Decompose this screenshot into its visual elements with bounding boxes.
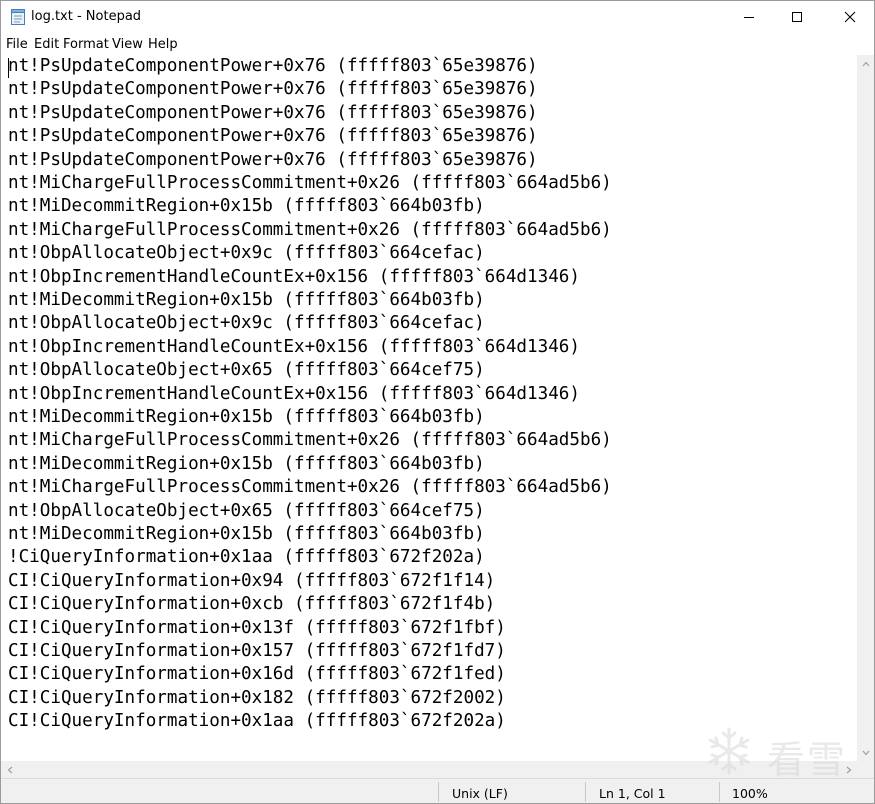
- menu-help[interactable]: Help: [148, 37, 178, 52]
- notepad-icon: [11, 9, 25, 25]
- text-line: nt!MiDecommitRegion+0x15b (fffff803`664b…: [8, 524, 485, 544]
- minimize-icon: [744, 17, 754, 18]
- chevron-up-icon: [862, 61, 869, 66]
- scroll-left-button[interactable]: [1, 761, 18, 778]
- text-line: CI!CiQueryInformation+0x13f (fffff803`67…: [8, 617, 506, 638]
- text-line: nt!MiDecommitRegion+0x15b (fffff803`664b…: [8, 407, 485, 427]
- menu-edit[interactable]: Edit: [34, 37, 59, 52]
- cursor-position-status: Ln 1, Col 1: [599, 786, 666, 801]
- menu-file[interactable]: File: [6, 37, 28, 52]
- text-line: nt!ObpIncrementHandleCountEx+0x156 (ffff…: [8, 266, 580, 287]
- text-line: nt!ObpAllocateObject+0x9c (fffff803`664c…: [8, 243, 485, 264]
- chevron-left-icon: [7, 766, 12, 773]
- maximize-icon: [792, 12, 802, 22]
- close-button[interactable]: [827, 1, 873, 33]
- text-line: nt!MiChargeFullProcessCommitment+0x26 (f…: [8, 430, 612, 451]
- menu-bar: File Edit Format View Help: [1, 33, 874, 55]
- text-line: nt!PsUpdateComponentPower+0x76 (fffff803…: [8, 79, 538, 100]
- notepad-window: log.txt - Notepad File Edit Format View …: [0, 0, 875, 804]
- watermark-text: 看雪: [767, 738, 848, 782]
- title-bar[interactable]: log.txt - Notepad: [1, 1, 874, 33]
- text-line: nt!MiDecommitRegion+0x15b (fffff803`664b…: [8, 290, 485, 310]
- text-line: CI!CiQueryInformation+0xcb (fffff803`672…: [8, 594, 496, 615]
- status-divider: [438, 782, 439, 802]
- scroll-up-button[interactable]: [857, 55, 874, 72]
- zoom-status: 100%: [732, 786, 768, 801]
- close-icon: [844, 11, 856, 23]
- text-line: nt!PsUpdateComponentPower+0x76 (fffff803…: [8, 126, 538, 147]
- window-title: log.txt - Notepad: [31, 9, 142, 24]
- text-line: CI!CiQueryInformation+0x1aa (fffff803`67…: [8, 711, 506, 732]
- status-divider: [719, 782, 720, 802]
- text-line: nt!PsUpdateComponentPower+0x76 (fffff803…: [8, 102, 538, 123]
- menu-format[interactable]: Format: [63, 37, 109, 52]
- text-line: CI!CiQueryInformation+0x16d (fffff803`67…: [8, 664, 506, 685]
- chevron-down-icon: [862, 750, 869, 755]
- text-line: nt!PsUpdateComponentPower+0x76 (fffff803…: [8, 56, 538, 76]
- text-editor[interactable]: nt!PsUpdateComponentPower+0x76 (fffff803…: [1, 55, 857, 761]
- vertical-scrollbar[interactable]: [857, 55, 874, 778]
- maximize-button[interactable]: [774, 1, 820, 33]
- snowflake-logo-icon: [708, 727, 750, 775]
- line-ending-status: Unix (LF): [452, 786, 508, 801]
- text-line: CI!CiQueryInformation+0x182 (fffff803`67…: [8, 687, 506, 708]
- text-line: !CiQueryInformation+0x1aa (fffff803`672f…: [8, 547, 485, 568]
- text-line: nt!MiChargeFullProcessCommitment+0x26 (f…: [8, 173, 612, 193]
- minimize-button[interactable]: [726, 1, 772, 33]
- text-line: nt!ObpIncrementHandleCountEx+0x156 (ffff…: [8, 336, 580, 357]
- status-bar: Unix (LF) Ln 1, Col 1 100%: [1, 778, 874, 803]
- text-line: CI!CiQueryInformation+0x157 (fffff803`67…: [8, 641, 506, 661]
- text-line: nt!MiDecommitRegion+0x15b (fffff803`664b…: [8, 196, 485, 217]
- text-line: nt!ObpAllocateObject+0x65 (fffff803`664c…: [8, 500, 485, 521]
- text-line: nt!MiDecommitRegion+0x15b (fffff803`664b…: [8, 453, 485, 474]
- text-line: CI!CiQueryInformation+0x94 (fffff803`672…: [8, 570, 496, 591]
- text-line: nt!MiChargeFullProcessCommitment+0x26 (f…: [8, 477, 612, 498]
- text-line: nt!ObpIncrementHandleCountEx+0x156 (ffff…: [8, 383, 580, 404]
- text-line: nt!MiChargeFullProcessCommitment+0x26 (f…: [8, 219, 612, 240]
- watermark: 看雪: [701, 723, 861, 782]
- text-line: nt!ObpAllocateObject+0x65 (fffff803`664c…: [8, 360, 485, 381]
- status-divider: [585, 782, 586, 802]
- text-line: nt!PsUpdateComponentPower+0x76 (fffff803…: [8, 149, 538, 170]
- menu-view[interactable]: View: [112, 37, 143, 52]
- text-line: nt!ObpAllocateObject+0x9c (fffff803`664c…: [8, 313, 485, 334]
